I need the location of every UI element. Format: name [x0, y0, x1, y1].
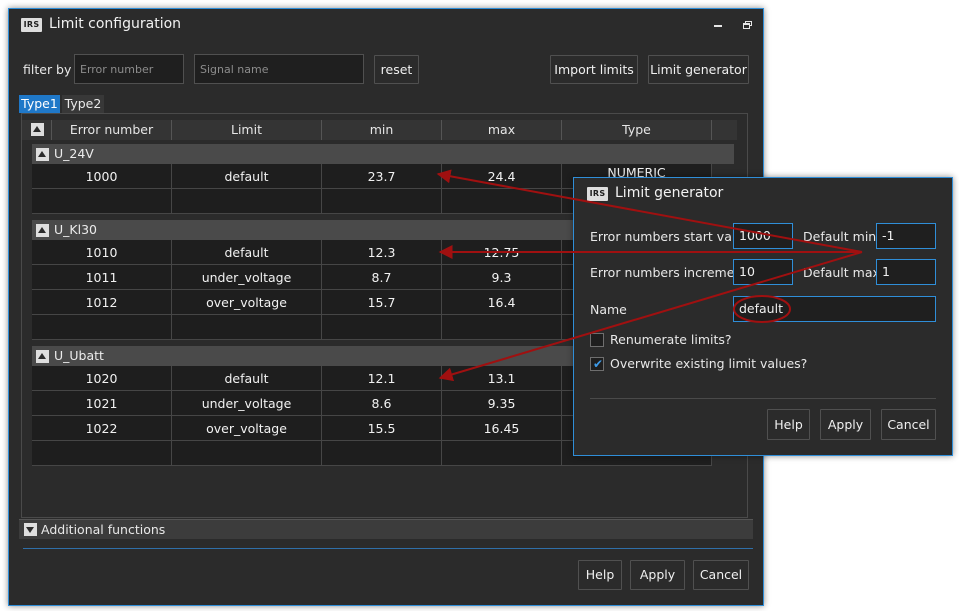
- error-number-cell[interactable]: 1022: [32, 416, 172, 441]
- start-value-input[interactable]: 1000: [733, 223, 793, 249]
- max-cell[interactable]: 12.75: [442, 240, 562, 265]
- column-header-max[interactable]: max: [442, 120, 562, 140]
- min-cell[interactable]: 12.3: [322, 240, 442, 265]
- name-label: Name: [590, 302, 627, 317]
- renumerate-label: Renumerate limits?: [610, 332, 732, 347]
- limit-cell[interactable]: over_voltage: [172, 416, 322, 441]
- column-header-min[interactable]: min: [322, 120, 442, 140]
- table-header: Error number Limit min max Type: [22, 120, 737, 140]
- title-bar[interactable]: IRS Limit configuration: [9, 9, 763, 39]
- cancel-button[interactable]: Cancel: [693, 560, 749, 590]
- default-max-label: Default max: [803, 265, 880, 280]
- error-number-cell[interactable]: 1011: [32, 265, 172, 290]
- default-min-label: Default min: [803, 229, 877, 244]
- limit-cell[interactable]: under_voltage: [172, 391, 322, 416]
- column-header-limit[interactable]: Limit: [172, 120, 322, 140]
- dialog-title: Limit generator: [615, 185, 724, 201]
- group-title: U_Ubatt: [54, 348, 104, 363]
- max-cell[interactable]: 9.35: [442, 391, 562, 416]
- tab-type1[interactable]: Type1: [19, 95, 60, 113]
- max-cell[interactable]: 13.1: [442, 366, 562, 391]
- additional-functions-label: Additional functions: [41, 522, 166, 537]
- group-title: U_24V: [54, 146, 94, 161]
- name-input[interactable]: default: [733, 296, 936, 322]
- column-header-error-number[interactable]: Error number: [52, 120, 172, 140]
- min-cell[interactable]: 12.1: [322, 366, 442, 391]
- error-number-cell[interactable]: 1000: [32, 164, 172, 189]
- error-number-cell[interactable]: 1012: [32, 290, 172, 315]
- collapse-group-icon[interactable]: [36, 148, 49, 161]
- max-cell[interactable]: 16.4: [442, 290, 562, 315]
- minimize-icon[interactable]: [714, 25, 722, 27]
- restore-icon[interactable]: [743, 21, 752, 29]
- dialog-divider: [590, 398, 936, 399]
- min-cell[interactable]: 15.5: [322, 416, 442, 441]
- max-cell[interactable]: 16.45: [442, 416, 562, 441]
- checkmark-icon: ✔: [593, 357, 604, 371]
- limit-generator-dialog: IRS Limit generator Error numbers start …: [573, 177, 953, 456]
- max-cell[interactable]: 24.4: [442, 164, 562, 189]
- limit-cell[interactable]: under_voltage: [172, 265, 322, 290]
- signal-name-filter-input[interactable]: Signal name: [194, 54, 364, 84]
- filter-label: filter by: [23, 62, 72, 77]
- min-cell[interactable]: 8.6: [322, 391, 442, 416]
- group-title: U_Kl30: [54, 222, 97, 237]
- limit-cell[interactable]: default: [172, 366, 322, 391]
- overwrite-label: Overwrite existing limit values?: [610, 356, 808, 371]
- error-number-placeholder: Error number: [80, 63, 154, 76]
- app-logo: IRS: [21, 18, 42, 32]
- overwrite-checkbox[interactable]: ✔: [590, 357, 604, 371]
- dialog-help-button[interactable]: Help: [767, 409, 810, 440]
- window-title: Limit configuration: [49, 16, 182, 32]
- dialog-cancel-button[interactable]: Cancel: [881, 409, 936, 440]
- group-header[interactable]: U_24V: [32, 144, 734, 164]
- default-min-input[interactable]: -1: [876, 223, 936, 249]
- collapse-all-column[interactable]: [22, 120, 52, 140]
- dialog-logo: IRS: [587, 187, 608, 201]
- help-button[interactable]: Help: [578, 560, 622, 590]
- apply-button[interactable]: Apply: [630, 560, 685, 590]
- error-number-cell[interactable]: 1020: [32, 366, 172, 391]
- start-value-label: Error numbers start value: [590, 229, 751, 244]
- dialog-apply-button[interactable]: Apply: [820, 409, 871, 440]
- max-cell[interactable]: 9.3: [442, 265, 562, 290]
- expand-icon[interactable]: [24, 523, 37, 536]
- error-number-cell[interactable]: 1010: [32, 240, 172, 265]
- additional-functions-header[interactable]: Additional functions: [19, 519, 753, 539]
- limit-cell[interactable]: over_voltage: [172, 290, 322, 315]
- collapse-group-icon[interactable]: [36, 350, 49, 363]
- limit-cell[interactable]: default: [172, 240, 322, 265]
- tab-type2[interactable]: Type2: [62, 95, 104, 113]
- footer-divider: [23, 548, 753, 549]
- default-max-input[interactable]: 1: [876, 259, 936, 285]
- min-cell[interactable]: 23.7: [322, 164, 442, 189]
- increment-input[interactable]: 10: [733, 259, 793, 285]
- error-number-cell[interactable]: 1021: [32, 391, 172, 416]
- collapse-group-icon[interactable]: [36, 224, 49, 237]
- min-cell[interactable]: 15.7: [322, 290, 442, 315]
- limit-cell[interactable]: default: [172, 164, 322, 189]
- increment-label: Error numbers increment: [590, 265, 748, 280]
- min-cell[interactable]: 8.7: [322, 265, 442, 290]
- error-number-filter-input[interactable]: Error number: [74, 54, 184, 84]
- renumerate-checkbox[interactable]: [590, 333, 604, 347]
- limit-generator-button[interactable]: Limit generator: [648, 55, 749, 84]
- import-limits-button[interactable]: Import limits: [550, 55, 638, 84]
- reset-button[interactable]: reset: [374, 55, 419, 84]
- column-header-type[interactable]: Type: [562, 120, 712, 140]
- collapse-all-icon[interactable]: [31, 123, 44, 136]
- signal-name-placeholder: Signal name: [200, 63, 269, 76]
